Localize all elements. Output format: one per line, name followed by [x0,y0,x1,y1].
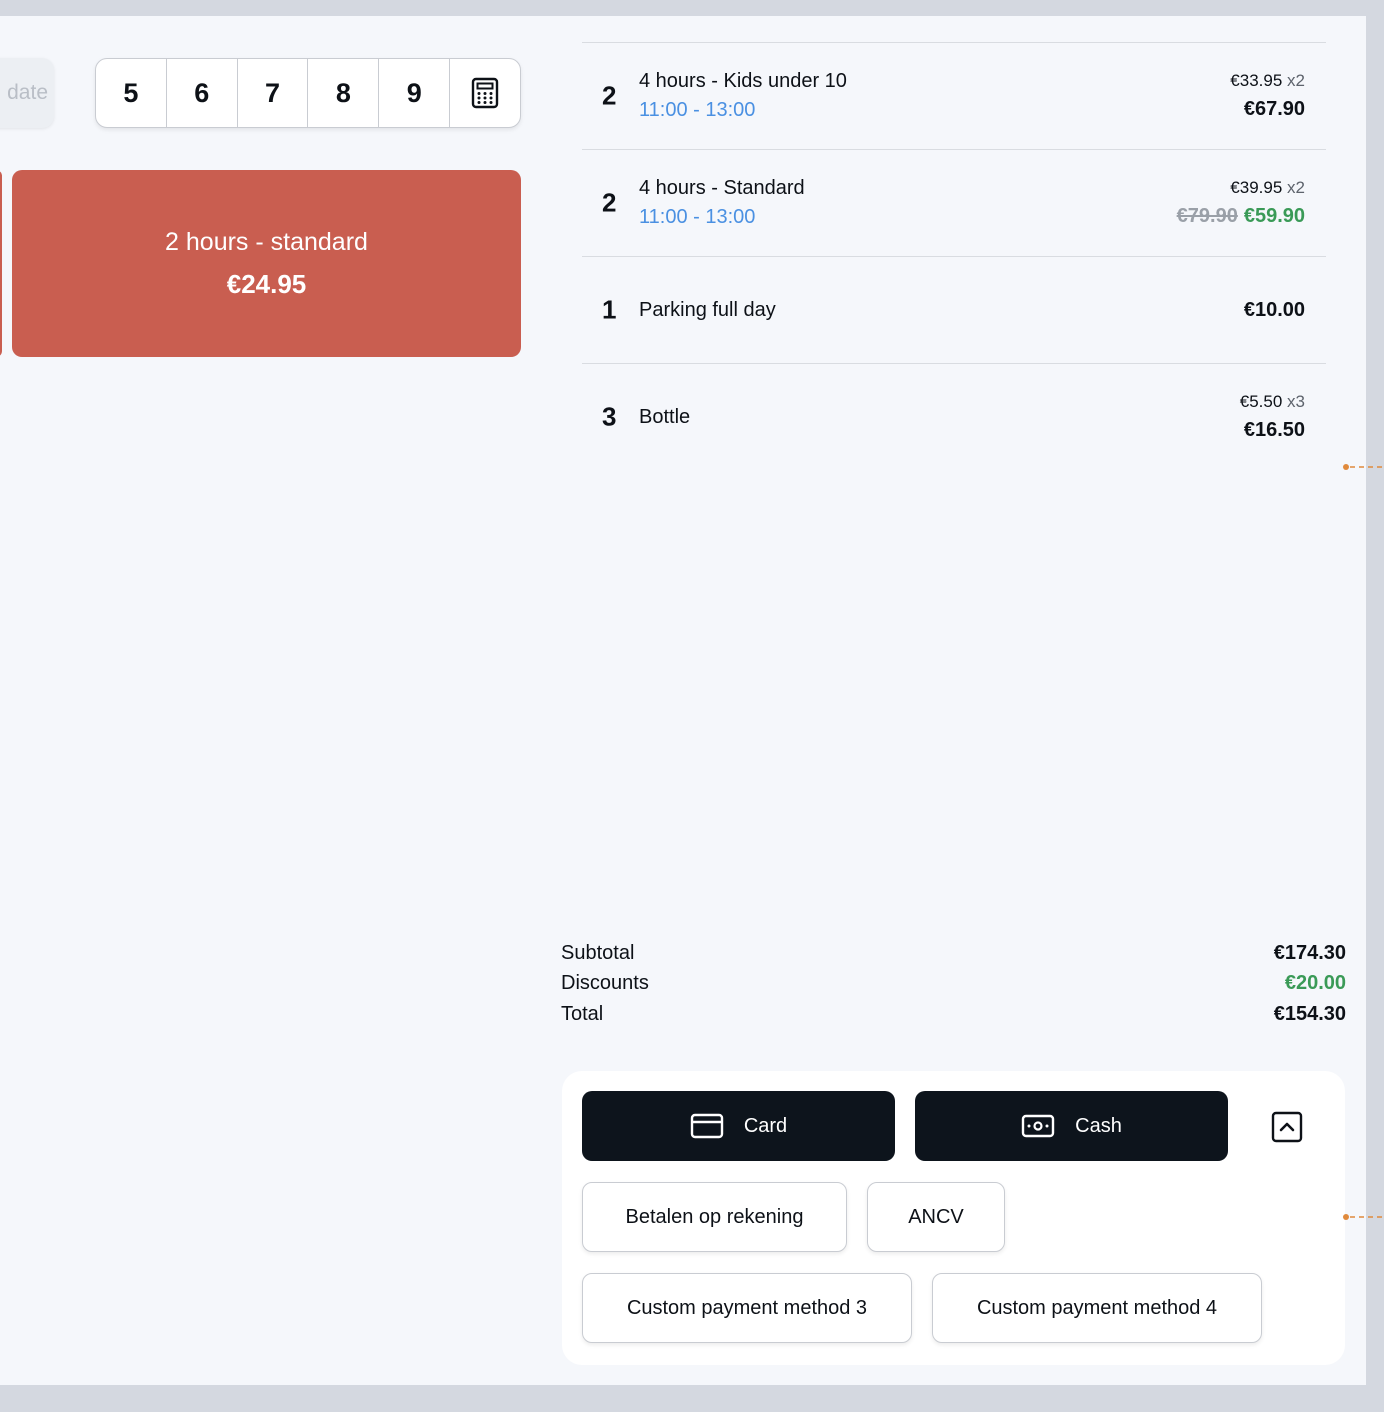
discounts-amount: €20.00 [1284,972,1346,995]
numpad-key-5[interactable]: 5 [96,59,167,127]
chevron-up-icon [1271,1111,1303,1143]
payment-method-label: Custom payment method 3 [626,1296,868,1319]
order-totals: Subtotal €174.30 Discounts €20.00 Total … [561,938,1346,1030]
cart-item-qty: 2 [602,80,617,111]
numpad-key-9[interactable]: 9 [379,59,451,127]
cart-item-discounted-total: €59.90 [1243,205,1305,227]
total-amount: €154.30 [1273,1002,1346,1025]
card-payment-button[interactable]: Card [582,1091,895,1161]
numpad-key-7[interactable]: 7 [238,59,309,127]
payment-method-label: Custom payment method 4 [976,1296,1218,1319]
date-tab-label: date [7,81,48,104]
cart-item[interactable]: 3 Bottle €5.50 x3 €16.50 [582,363,1326,470]
cart-item-multiplier: x2 [1287,71,1305,90]
cart-item[interactable]: 2 4 hours - Standard 11:00 - 13:00 €39.9… [582,149,1326,256]
cart-item-total: €16.50 [1243,419,1305,441]
payment-panel: Card Cash Betalen op rekening ANCV Custo… [562,1071,1345,1365]
cart-item-name: Bottle [639,406,691,428]
cart-item-qty: 1 [602,294,617,325]
pos-panel: date 5 6 7 8 9 2 hours - standard €24.95… [0,16,1366,1385]
cart-item-qty: 3 [602,401,617,432]
cart-item-unit-price: €5.50 [1239,392,1283,411]
cart-item-multiplier: x2 [1287,178,1305,197]
credit-card-icon [690,1113,724,1139]
calculator-button[interactable] [450,59,520,127]
cash-payment-label: Cash [1075,1114,1122,1137]
product-tile[interactable]: 2 hours - standard €24.95 [12,170,521,357]
cart-item-unit-price: €39.95 [1230,178,1283,197]
cart-item-time: 11:00 - 13:00 [639,99,756,121]
cart-item[interactable]: 1 Parking full day €10.00 [582,256,1326,363]
annotation-connector [1343,1214,1384,1220]
subtotal-amount: €174.30 [1273,941,1346,964]
cash-icon [1021,1114,1055,1138]
cart-item-original-total: €79.90 [1176,205,1238,227]
cart-item-name: 4 hours - Standard [639,177,805,199]
product-tile-partial[interactable] [0,170,2,357]
cart-item-name: Parking full day [639,299,776,321]
collapse-payments-button[interactable] [1271,1111,1303,1143]
discounts-label: Discounts [561,972,649,995]
cart-item-time: 11:00 - 13:00 [639,206,756,228]
payment-method-custom-4[interactable]: Custom payment method 4 [932,1273,1262,1343]
total-label: Total [561,1002,604,1025]
cart-item-total: €67.90 [1243,98,1305,120]
cart-item[interactable]: 2 4 hours - Kids under 10 11:00 - 13:00 … [582,42,1326,149]
quantity-numpad: 5 6 7 8 9 [95,58,521,128]
cart-item-qty: 2 [602,187,617,218]
annotation-connector [1343,464,1384,470]
cart-item-multiplier: x3 [1287,392,1305,411]
cart-item-name: 4 hours - Kids under 10 [639,70,847,92]
numpad-key-6[interactable]: 6 [167,59,238,127]
product-price: €24.95 [226,268,307,299]
payment-method-betalen-op-rekening[interactable]: Betalen op rekening [582,1182,847,1252]
cart-item-unit-price: €33.95 [1230,71,1283,90]
date-tab[interactable]: date [0,58,54,128]
numpad-key-8[interactable]: 8 [308,59,380,127]
product-name: 2 hours - standard [165,227,368,256]
cash-payment-button[interactable]: Cash [915,1091,1228,1161]
subtotal-label: Subtotal [561,941,635,964]
calculator-icon [471,77,499,109]
payment-method-label: Betalen op rekening [625,1205,804,1228]
cart-list: 2 4 hours - Kids under 10 11:00 - 13:00 … [582,42,1326,470]
payment-method-ancv[interactable]: ANCV [867,1182,1005,1252]
payment-method-custom-3[interactable]: Custom payment method 3 [582,1273,912,1343]
payment-method-label: ANCV [908,1205,964,1228]
card-payment-label: Card [743,1114,788,1137]
cart-item-total: €10.00 [1243,299,1305,321]
